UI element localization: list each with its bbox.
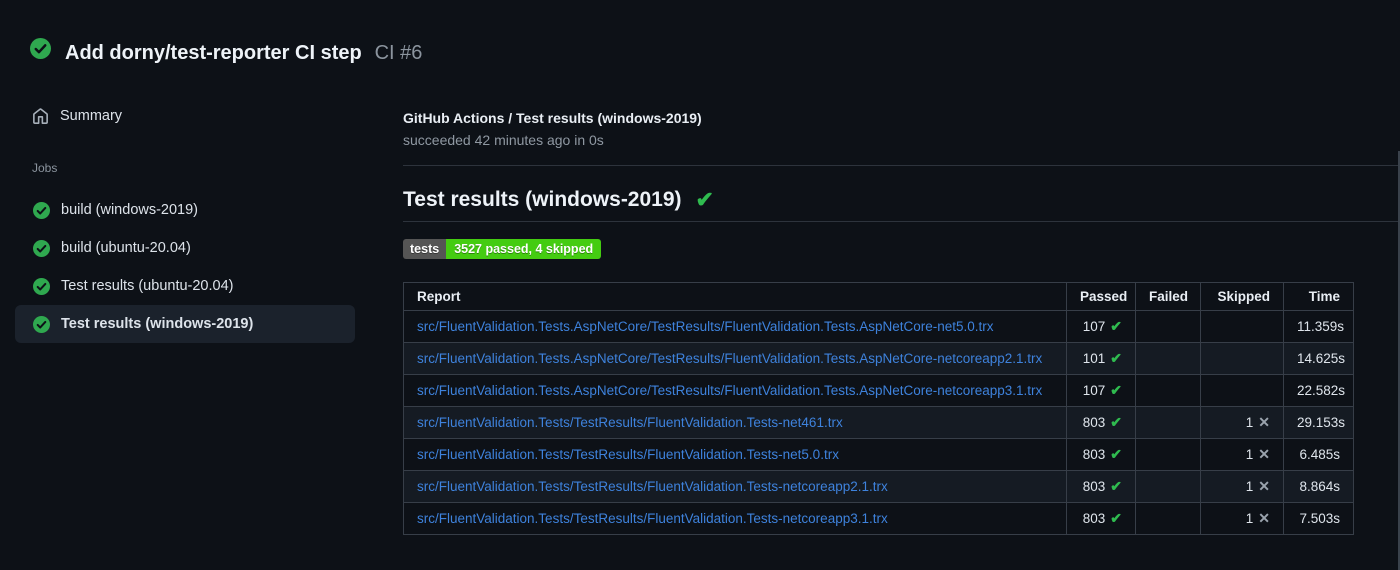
x-icon: ✕ <box>1258 414 1270 430</box>
sidebar-item-job-build-ubuntu[interactable]: build (ubuntu-20.04) <box>15 229 355 267</box>
report-link[interactable]: src/FluentValidation.Tests/TestResults/F… <box>417 415 843 430</box>
report-link[interactable]: src/FluentValidation.Tests.AspNetCore/Te… <box>417 351 1042 366</box>
run-header: Add dorny/test-reporter CI step CI #6 <box>0 0 1400 67</box>
check-icon: ✔ <box>1110 478 1122 494</box>
check-circle-icon <box>33 239 50 257</box>
passed-count: 101 <box>1082 351 1106 366</box>
run-title: Add dorny/test-reporter CI step <box>65 42 362 64</box>
time-value: 29.153s <box>1297 415 1346 430</box>
test-results-table: Report Passed Failed Skipped Time src/Fl… <box>403 282 1354 535</box>
job-label: build (ubuntu-20.04) <box>61 240 191 256</box>
time-value: 7.503s <box>1299 511 1340 526</box>
sidebar-item-job-build-windows[interactable]: build (windows-2019) <box>15 191 355 229</box>
passed-count: 803 <box>1082 511 1106 526</box>
job-list: build (windows-2019) build (ubuntu-20.04… <box>0 191 355 343</box>
passed-count: 803 <box>1082 447 1106 462</box>
time-value: 8.864s <box>1299 479 1340 494</box>
run-number: CI #6 <box>374 42 423 64</box>
column-header-time: Time <box>1283 282 1354 311</box>
column-header-skipped: Skipped <box>1200 282 1284 311</box>
column-header-passed: Passed <box>1066 282 1136 311</box>
jobs-section-label: Jobs <box>32 161 58 175</box>
table-row: src/FluentValidation.Tests/TestResults/F… <box>403 470 1354 503</box>
run-title-line: Add dorny/test-reporter CI step CI #6 <box>65 30 422 67</box>
table-row: src/FluentValidation.Tests.AspNetCore/Te… <box>403 374 1354 407</box>
job-label: build (windows-2019) <box>61 202 199 218</box>
x-icon: ✕ <box>1258 446 1270 462</box>
skipped-count: 1 <box>1245 511 1254 526</box>
check-name: GitHub Actions / Test results (windows-2… <box>403 110 702 126</box>
report-link[interactable]: src/FluentValidation.Tests/TestResults/F… <box>417 511 888 526</box>
x-icon: ✕ <box>1258 510 1270 526</box>
passed-count: 107 <box>1082 383 1106 398</box>
check-icon: ✔ <box>1110 318 1122 334</box>
passed-count: 803 <box>1082 479 1106 494</box>
check-icon: ✔ <box>1110 414 1122 430</box>
badge-value: 3527 passed, 4 skipped <box>446 239 602 259</box>
sidebar-summary-label: Summary <box>60 108 123 124</box>
sidebar-item-job-testresults-windows[interactable]: Test results (windows-2019) <box>15 305 355 343</box>
check-circle-icon <box>33 201 50 219</box>
table-header-row: Report Passed Failed Skipped Time <box>403 282 1354 311</box>
success-check-icon: ✔ <box>695 187 714 212</box>
badge-label: tests <box>403 239 447 259</box>
report-link[interactable]: src/FluentValidation.Tests/TestResults/F… <box>417 447 839 462</box>
skipped-count: 1 <box>1245 447 1254 462</box>
time-value: 6.485s <box>1299 447 1340 462</box>
time-value: 14.625s <box>1297 351 1346 366</box>
sidebar: Summary Jobs build (windows-2019) build … <box>0 105 355 535</box>
check-icon: ✔ <box>1110 446 1122 462</box>
passed-count: 107 <box>1082 319 1106 334</box>
check-circle-icon <box>33 277 50 295</box>
report-link[interactable]: src/FluentValidation.Tests/TestResults/F… <box>417 479 888 494</box>
check-run-content: GitHub Actions / Test results (windows-2… <box>355 105 1400 535</box>
report-link[interactable]: src/FluentValidation.Tests.AspNetCore/Te… <box>417 319 994 334</box>
skipped-count: 1 <box>1245 479 1254 494</box>
column-header-report: Report <box>403 282 1067 311</box>
table-row: src/FluentValidation.Tests/TestResults/F… <box>403 438 1354 471</box>
table-row: src/FluentValidation.Tests/TestResults/F… <box>403 406 1354 439</box>
job-label: Test results (ubuntu-20.04) <box>61 278 234 294</box>
check-circle-icon <box>30 38 51 59</box>
home-icon <box>32 107 49 125</box>
report-heading: Test results (windows-2019) ✔ <box>403 188 1400 222</box>
report-title: Test results (windows-2019) <box>403 188 682 211</box>
passed-count: 803 <box>1082 415 1106 430</box>
time-value: 11.359s <box>1297 319 1345 334</box>
time-value: 22.582s <box>1297 383 1346 398</box>
x-icon: ✕ <box>1258 478 1270 494</box>
table-row: src/FluentValidation.Tests/TestResults/F… <box>403 502 1354 535</box>
sidebar-item-job-testresults-ubuntu[interactable]: Test results (ubuntu-20.04) <box>15 267 355 305</box>
skipped-count: 1 <box>1245 415 1254 430</box>
check-icon: ✔ <box>1110 350 1122 366</box>
report-link[interactable]: src/FluentValidation.Tests.AspNetCore/Te… <box>417 383 1042 398</box>
table-row: src/FluentValidation.Tests.AspNetCore/Te… <box>403 310 1354 343</box>
table-row: src/FluentValidation.Tests.AspNetCore/Te… <box>403 342 1354 375</box>
divider <box>403 165 1400 166</box>
job-label: Test results (windows-2019) <box>61 316 254 332</box>
column-header-failed: Failed <box>1135 282 1201 311</box>
check-circle-icon <box>33 315 50 333</box>
check-icon: ✔ <box>1110 510 1122 526</box>
check-icon: ✔ <box>1110 382 1122 398</box>
sidebar-item-summary[interactable]: Summary <box>32 105 355 127</box>
tests-badge: tests 3527 passed, 4 skipped <box>403 239 602 259</box>
check-status-line: succeeded 42 minutes ago in 0s <box>403 132 604 148</box>
